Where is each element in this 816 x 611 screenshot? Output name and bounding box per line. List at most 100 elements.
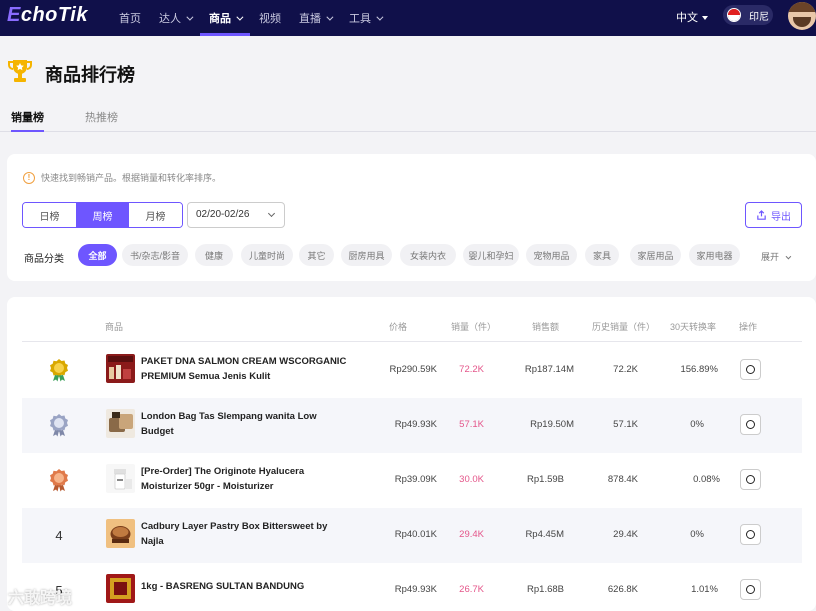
price-cell: Rp39.09K <box>394 474 437 485</box>
revenue-cell: Rp1.68B <box>527 584 564 595</box>
info-icon: ! <box>23 171 35 184</box>
chevron-down-icon <box>186 13 194 21</box>
category-chip[interactable]: 书/杂志/影音 <box>122 244 188 266</box>
history-sales-cell: 57.1K <box>613 419 638 430</box>
nav-creators[interactable]: 达人 <box>150 0 200 36</box>
ranking-table: 商品 价格 销量（件） 销售额 历史销量（件） 30天转换率 操作 PAKET … <box>7 297 816 611</box>
nav-live[interactable]: 直播 <box>290 0 340 36</box>
price-cell: Rp49.93K <box>394 584 437 595</box>
export-button[interactable]: 导出 <box>745 202 802 228</box>
category-chip[interactable]: 家居用品 <box>630 244 681 266</box>
echotik-logo[interactable]: EchoTik <box>7 4 88 27</box>
product-name[interactable]: 1kg - BASRENG SULTAN BANDUNG <box>141 579 351 594</box>
product-thumbnail[interactable] <box>106 519 135 548</box>
detail-button[interactable] <box>740 469 761 490</box>
category-chip[interactable]: 健康 <box>195 244 233 266</box>
tab-hot-promotion[interactable]: 热推榜 <box>85 109 118 132</box>
table-row[interactable]: [Pre-Order] The Originote Hyalucera Mois… <box>22 453 802 508</box>
ranking-tabs: 销量榜 热推榜 <box>0 104 816 132</box>
nav-products[interactable]: 商品 <box>200 0 250 36</box>
column-header-product: 商品 <box>105 322 124 332</box>
table-row[interactable]: PAKET DNA SALMON CREAM WSCORGANIC PREMIU… <box>22 343 802 398</box>
product-thumbnail[interactable] <box>106 354 135 383</box>
column-header-sales: 销量（件） <box>451 322 497 332</box>
indonesia-flag-icon <box>727 8 741 22</box>
conversion-cell: 1.01% <box>691 584 718 595</box>
product-name[interactable]: London Bag Tas Slempang wanita Low Budge… <box>141 409 351 439</box>
category-label: 商品分类 <box>24 254 64 265</box>
column-header-actions: 操作 <box>739 322 758 332</box>
product-thumbnail[interactable] <box>106 574 135 603</box>
category-chip-all[interactable]: 全部 <box>78 244 117 266</box>
category-chip[interactable]: 女装内衣 <box>400 244 456 266</box>
info-tip: ! 快速找到畅销产品。根据销量和转化率排序。 <box>23 171 221 184</box>
date-range-select[interactable]: 02/20-02/26 <box>187 202 285 228</box>
column-header-revenue: 销售额 <box>532 322 560 332</box>
column-header-price: 价格 <box>389 322 408 332</box>
chevron-down-icon <box>267 209 276 218</box>
price-cell: Rp49.93K <box>394 419 437 430</box>
table-row[interactable]: London Bag Tas Slempang wanita Low Budge… <box>22 398 802 453</box>
period-weekly-button[interactable]: 周榜 <box>76 203 129 227</box>
detail-button[interactable] <box>740 524 761 545</box>
category-chip[interactable]: 家用电器 <box>689 244 740 266</box>
revenue-cell: Rp1.59B <box>527 474 564 485</box>
page-header: 商品排行榜 销量榜 热推榜 <box>0 36 816 132</box>
chevron-down-icon <box>785 253 792 260</box>
category-chip[interactable]: 其它 <box>299 244 334 266</box>
category-chip[interactable]: 厨房用具 <box>341 244 392 266</box>
circle-icon <box>746 475 755 484</box>
sales-cell: 26.7K <box>459 584 484 595</box>
detail-button[interactable] <box>740 359 761 380</box>
product-thumbnail[interactable] <box>106 464 135 493</box>
main-nav: 首页 达人 商品 视频 直播 工具 <box>110 0 390 36</box>
circle-icon <box>746 530 755 539</box>
conversion-cell: 156.89% <box>680 364 718 375</box>
detail-button[interactable] <box>740 579 761 600</box>
chevron-down-icon <box>326 13 334 21</box>
nav-tools[interactable]: 工具 <box>340 0 390 36</box>
region-label: 印尼 <box>749 11 769 23</box>
caret-down-icon <box>702 16 708 21</box>
watermark-text: 六敢跨境 <box>8 590 73 607</box>
export-icon <box>757 209 766 220</box>
column-header-history-sales: 历史销量（件） <box>592 322 656 332</box>
region-selector[interactable]: 印尼 <box>723 5 773 25</box>
tab-sales-ranking[interactable]: 销量榜 <box>11 109 44 132</box>
category-chip[interactable]: 婴儿和孕妇 <box>463 244 519 266</box>
category-chip[interactable]: 宠物用品 <box>526 244 577 266</box>
history-sales-cell: 29.4K <box>613 529 638 540</box>
sales-cell: 57.1K <box>459 419 484 430</box>
revenue-cell: Rp19.50M <box>530 419 574 430</box>
nav-videos[interactable]: 视频 <box>250 0 290 36</box>
revenue-cell: Rp4.45M <box>525 529 564 540</box>
table-row[interactable]: 5 1kg - BASRENG SULTAN BANDUNG Rp49.93K … <box>22 563 802 611</box>
silver-medal-icon <box>50 414 68 437</box>
detail-button[interactable] <box>740 414 761 435</box>
user-avatar[interactable] <box>788 2 816 30</box>
circle-icon <box>746 420 755 429</box>
circle-icon <box>746 365 755 374</box>
category-chip[interactable]: 家具 <box>585 244 619 266</box>
sales-cell: 30.0K <box>459 474 484 485</box>
language-selector[interactable]: 中文 <box>676 9 708 25</box>
conversion-cell: 0% <box>690 529 704 540</box>
history-sales-cell: 72.2K <box>613 364 638 375</box>
page-title: 商品排行榜 <box>45 65 135 85</box>
conversion-cell: 0.08% <box>693 474 720 485</box>
product-name[interactable]: Cadbury Layer Pastry Box Bittersweet by … <box>141 519 351 549</box>
column-header-conversion: 30天转换率 <box>670 322 717 332</box>
expand-categories-button[interactable]: 展开 <box>761 250 792 263</box>
table-row[interactable]: 4 Cadbury Layer Pastry Box Bittersweet b… <box>22 508 802 563</box>
period-daily-button[interactable]: 日榜 <box>23 203 76 227</box>
circle-icon <box>746 585 755 594</box>
product-name[interactable]: PAKET DNA SALMON CREAM WSCORGANIC PREMIU… <box>141 354 351 384</box>
product-thumbnail[interactable] <box>106 409 135 438</box>
history-sales-cell: 878.4K <box>607 474 638 485</box>
period-monthly-button[interactable]: 月榜 <box>129 203 182 227</box>
product-name[interactable]: [Pre-Order] The Originote Hyalucera Mois… <box>141 464 351 494</box>
nav-home[interactable]: 首页 <box>110 0 150 36</box>
category-chip[interactable]: 儿童时尚 <box>241 244 293 266</box>
top-navbar: EchoTik 首页 达人 商品 视频 直播 工具 中文 印尼 <box>0 0 816 36</box>
conversion-cell: 0% <box>690 419 704 430</box>
